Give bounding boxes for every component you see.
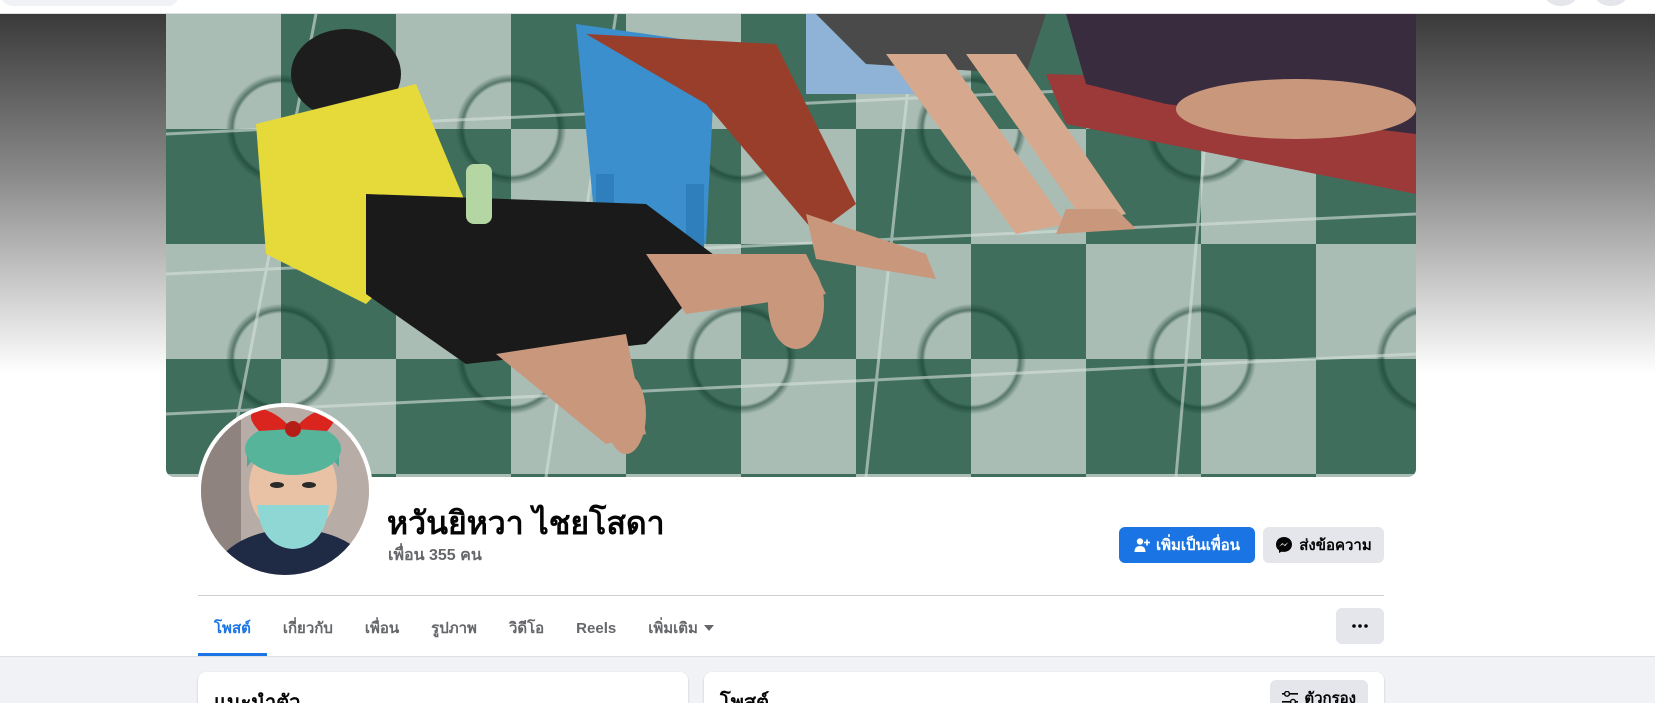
sliders-icon <box>1282 691 1299 703</box>
friends-count[interactable]: เพื่อน 355 คน <box>388 543 482 568</box>
profile-avatar[interactable] <box>197 403 373 579</box>
avatar-illustration <box>201 407 369 575</box>
add-friend-label: เพิ่มเป็นเพื่อน <box>1155 537 1241 554</box>
intro-card-title: แนะนำตัว <box>214 692 301 703</box>
add-friend-button[interactable]: เพิ่มเป็นเพื่อน <box>1119 527 1255 563</box>
tab-videos[interactable]: วิดีโอ <box>493 600 560 656</box>
person-plus-icon <box>1134 538 1150 552</box>
filter-label: ตัวกรอง <box>1304 690 1356 703</box>
ellipsis-icon <box>1352 624 1368 628</box>
more-options-button[interactable] <box>1336 608 1384 644</box>
tab-reels-label: Reels <box>576 619 617 637</box>
top-navigation-bar <box>0 0 1655 14</box>
tab-friends-label: เพื่อน <box>364 620 400 637</box>
posts-card-title: โพสต์ <box>720 692 770 703</box>
notifications-button[interactable] <box>1594 0 1628 6</box>
cover-photo-illustration <box>166 14 1416 477</box>
profile-tabs: โพสต์ เกี่ยวกับ เพื่อน รูปภาพ วิดีโอ Ree… <box>198 600 730 656</box>
cover-photo[interactable] <box>166 14 1416 477</box>
profile-divider <box>198 595 1384 596</box>
tab-photos[interactable]: รูปภาพ <box>415 600 493 656</box>
intro-card: แนะนำตัว <box>198 672 688 703</box>
tab-videos-label: วิดีโอ <box>508 620 545 637</box>
tab-more-label: เพิ่มเติม <box>648 620 698 637</box>
tab-friends[interactable]: เพื่อน <box>349 600 415 656</box>
posts-card: โพสต์ ตัวกรอง <box>704 672 1384 703</box>
search-bar[interactable] <box>0 0 180 6</box>
caret-down-icon <box>703 625 714 631</box>
tab-posts[interactable]: โพสต์ <box>198 600 267 656</box>
tab-posts-label: โพสต์ <box>214 620 251 637</box>
tab-about[interactable]: เกี่ยวกับ <box>267 600 349 656</box>
filter-button[interactable]: ตัวกรอง <box>1270 680 1368 703</box>
tab-more[interactable]: เพิ่มเติม <box>632 600 730 656</box>
tab-reels[interactable]: Reels <box>560 600 632 656</box>
profile-name: หวันยิหวา ไชยโสดา <box>387 505 665 541</box>
messenger-icon <box>1276 537 1293 553</box>
menu-button[interactable] <box>1544 0 1578 6</box>
message-button[interactable]: ส่งข้อความ <box>1263 527 1384 563</box>
tab-photos-label: รูปภาพ <box>431 620 477 637</box>
message-label: ส่งข้อความ <box>1299 537 1372 554</box>
tab-about-label: เกี่ยวกับ <box>282 620 333 637</box>
